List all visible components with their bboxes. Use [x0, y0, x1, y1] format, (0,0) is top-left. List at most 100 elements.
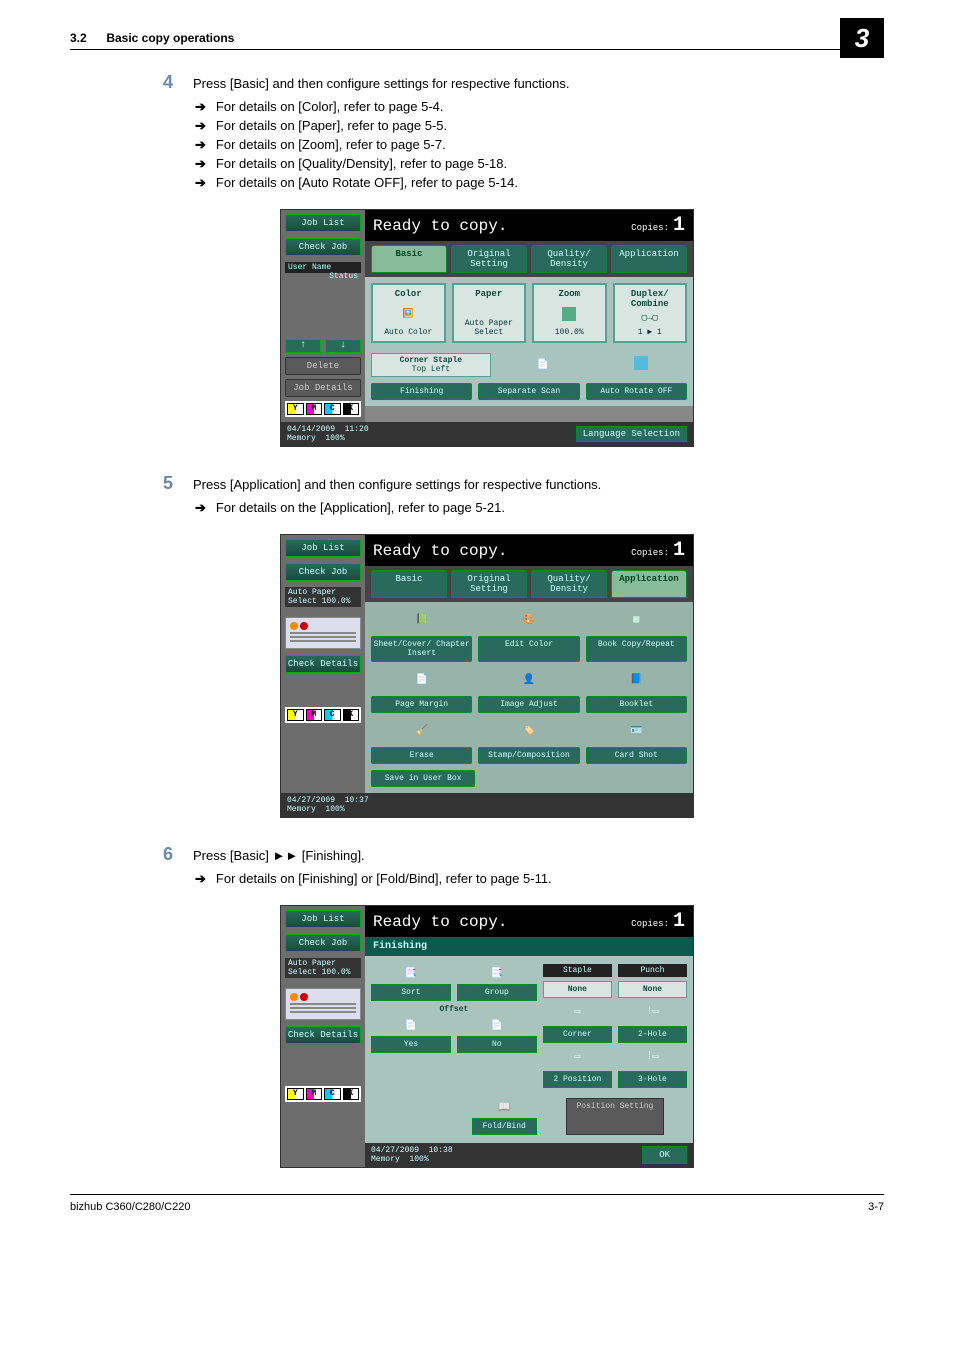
delete-button[interactable]: Delete: [285, 357, 361, 375]
duplex-combine-button[interactable]: Duplex/ Combine ▢→▢ 1 ▶ 1: [613, 283, 688, 343]
punch-none-button[interactable]: None: [618, 981, 687, 998]
sheet-cover-button[interactable]: Sheet/Cover/ Chapter Insert: [371, 636, 472, 662]
offset-no-icon: 📄: [457, 1016, 537, 1036]
toner-status: Y M C K: [285, 707, 361, 723]
group-button[interactable]: Group: [457, 984, 537, 1001]
panel-application-screen: Job List Check Job Auto Paper Select 100…: [280, 534, 884, 818]
tab-application[interactable]: Application: [611, 570, 687, 598]
staple-corner-icon: ▭: [543, 1002, 612, 1022]
tab-basic[interactable]: Basic: [371, 245, 447, 273]
booklet-button[interactable]: Booklet: [586, 696, 687, 713]
time-value: 10:38: [429, 1146, 453, 1155]
auto-rotate-off-button[interactable]: Auto Rotate OFF: [586, 383, 687, 400]
check-details-button[interactable]: Check Details: [285, 1026, 361, 1044]
color-button[interactable]: Color 🖼️ Auto Color: [371, 283, 446, 343]
position-setting-button[interactable]: Position Setting: [566, 1098, 665, 1135]
book-copy-button[interactable]: Book Copy/Repeat: [586, 636, 687, 662]
section-title: Basic copy operations: [106, 31, 234, 45]
tab-original-setting[interactable]: Original Setting: [451, 245, 527, 273]
fold-bind-button[interactable]: Fold/Bind: [472, 1118, 537, 1135]
sort-button[interactable]: Sort: [371, 984, 451, 1001]
step-number: 6: [155, 844, 173, 865]
job-list-button[interactable]: Job List: [285, 214, 361, 232]
ok-button[interactable]: OK: [642, 1146, 687, 1164]
image-adjust-icon: 👤: [478, 668, 579, 692]
finishing-button[interactable]: Finishing: [371, 383, 472, 400]
group-icon: 📑: [457, 964, 537, 984]
erase-button[interactable]: Erase: [371, 747, 472, 764]
punch-2-hole-button[interactable]: 2-Hole: [618, 1026, 687, 1043]
page-header: 3.2 Basic copy operations 3: [70, 30, 884, 50]
card-shot-button[interactable]: Card Shot: [586, 747, 687, 764]
check-details-button[interactable]: Check Details: [285, 655, 361, 673]
time-value: 11:20: [345, 425, 369, 434]
model-name: bizhub C360/C280/C220: [70, 1201, 190, 1213]
sub-text: For details on the [Application], refer …: [216, 500, 505, 515]
check-job-button[interactable]: Check Job: [285, 238, 361, 256]
stamp-icon: 🏷️: [478, 719, 579, 743]
copies-label: Copies:: [631, 223, 669, 233]
staple-none-button[interactable]: None: [543, 981, 612, 998]
toner-k-icon: K: [343, 1088, 360, 1100]
down-button[interactable]: ↓: [325, 339, 361, 353]
job-details-button[interactable]: Job Details: [285, 379, 361, 397]
tab-quality-density[interactable]: Quality/ Density: [531, 570, 607, 598]
offset-yes-button[interactable]: Yes: [371, 1036, 451, 1053]
separate-scan-button[interactable]: Separate Scan: [478, 383, 579, 400]
staple-2-position-button[interactable]: 2 Position: [543, 1071, 612, 1088]
language-selection-button[interactable]: Language Selection: [576, 426, 687, 442]
book-copy-icon: ▦: [586, 608, 687, 632]
sort-icon: 📑: [371, 964, 451, 984]
up-button[interactable]: ↑: [285, 339, 321, 353]
memory-label: Memory: [287, 434, 316, 443]
step-text: Press [Basic] ►► [Finishing].: [193, 848, 884, 863]
toner-k-icon: K: [343, 709, 360, 721]
booklet-icon: 📘: [586, 668, 687, 692]
punch-3hole-icon: ⁞▭: [618, 1047, 687, 1067]
toner-status: Y M C K: [285, 401, 361, 417]
erase-icon: 🧹: [371, 719, 472, 743]
stamp-composition-button[interactable]: Stamp/Composition: [478, 747, 579, 764]
check-job-button[interactable]: Check Job: [285, 563, 361, 581]
duplex-value: 1 ▶ 1: [617, 327, 684, 337]
duplex-icon: ▢→▢: [617, 309, 684, 327]
paper-icon: [456, 300, 523, 318]
tab-quality-density[interactable]: Quality/ Density: [531, 245, 607, 273]
zoom-button[interactable]: Zoom 100.0%: [532, 283, 607, 343]
toner-m-icon: M: [306, 403, 323, 415]
edit-color-button[interactable]: Edit Color: [478, 636, 579, 662]
arrow-icon: ➔: [195, 500, 206, 516]
step-text: Press [Basic] and then configure setting…: [193, 76, 884, 91]
job-list-button[interactable]: Job List: [285, 910, 361, 928]
step-5: 5 Press [Application] and then configure…: [155, 473, 884, 516]
image-adjust-button[interactable]: Image Adjust: [478, 696, 579, 713]
copies-label: Copies:: [631, 919, 669, 929]
job-list-button[interactable]: Job List: [285, 539, 361, 557]
color-value: Auto Color: [375, 328, 442, 337]
toner-m-icon: M: [306, 1088, 323, 1100]
step-number: 4: [155, 72, 173, 93]
arrow-icon: ➔: [195, 99, 206, 115]
staple-corner-button[interactable]: Corner: [543, 1026, 612, 1043]
tab-application[interactable]: Application: [611, 245, 687, 273]
paper-button[interactable]: Paper Auto Paper Select: [452, 283, 527, 343]
check-job-button[interactable]: Check Job: [285, 934, 361, 952]
page-margin-button[interactable]: Page Margin: [371, 696, 472, 713]
punch-3-hole-button[interactable]: 3-Hole: [618, 1071, 687, 1088]
toner-m-icon: M: [306, 709, 323, 721]
step-number: 5: [155, 473, 173, 494]
offset-no-button[interactable]: No: [457, 1036, 537, 1053]
toner-c-icon: C: [324, 1088, 341, 1100]
finishing-title: Finishing: [365, 937, 693, 956]
date-value: 04/27/2009: [287, 796, 335, 805]
top-left-label: Top Left: [374, 365, 488, 374]
duplex-title: Duplex/ Combine: [617, 289, 684, 309]
toner-y-icon: Y: [287, 1088, 304, 1100]
tab-original-setting[interactable]: Original Setting: [451, 570, 527, 598]
corner-staple-label: Corner Staple: [374, 356, 488, 365]
status-message: Ready to copy.: [373, 217, 507, 235]
save-user-box-button[interactable]: Save in User Box: [371, 770, 475, 787]
edit-color-icon: 🎨: [478, 608, 579, 632]
sub-text: For details on [Zoom], refer to page 5-7…: [216, 137, 446, 152]
tab-basic[interactable]: Basic: [371, 570, 447, 598]
